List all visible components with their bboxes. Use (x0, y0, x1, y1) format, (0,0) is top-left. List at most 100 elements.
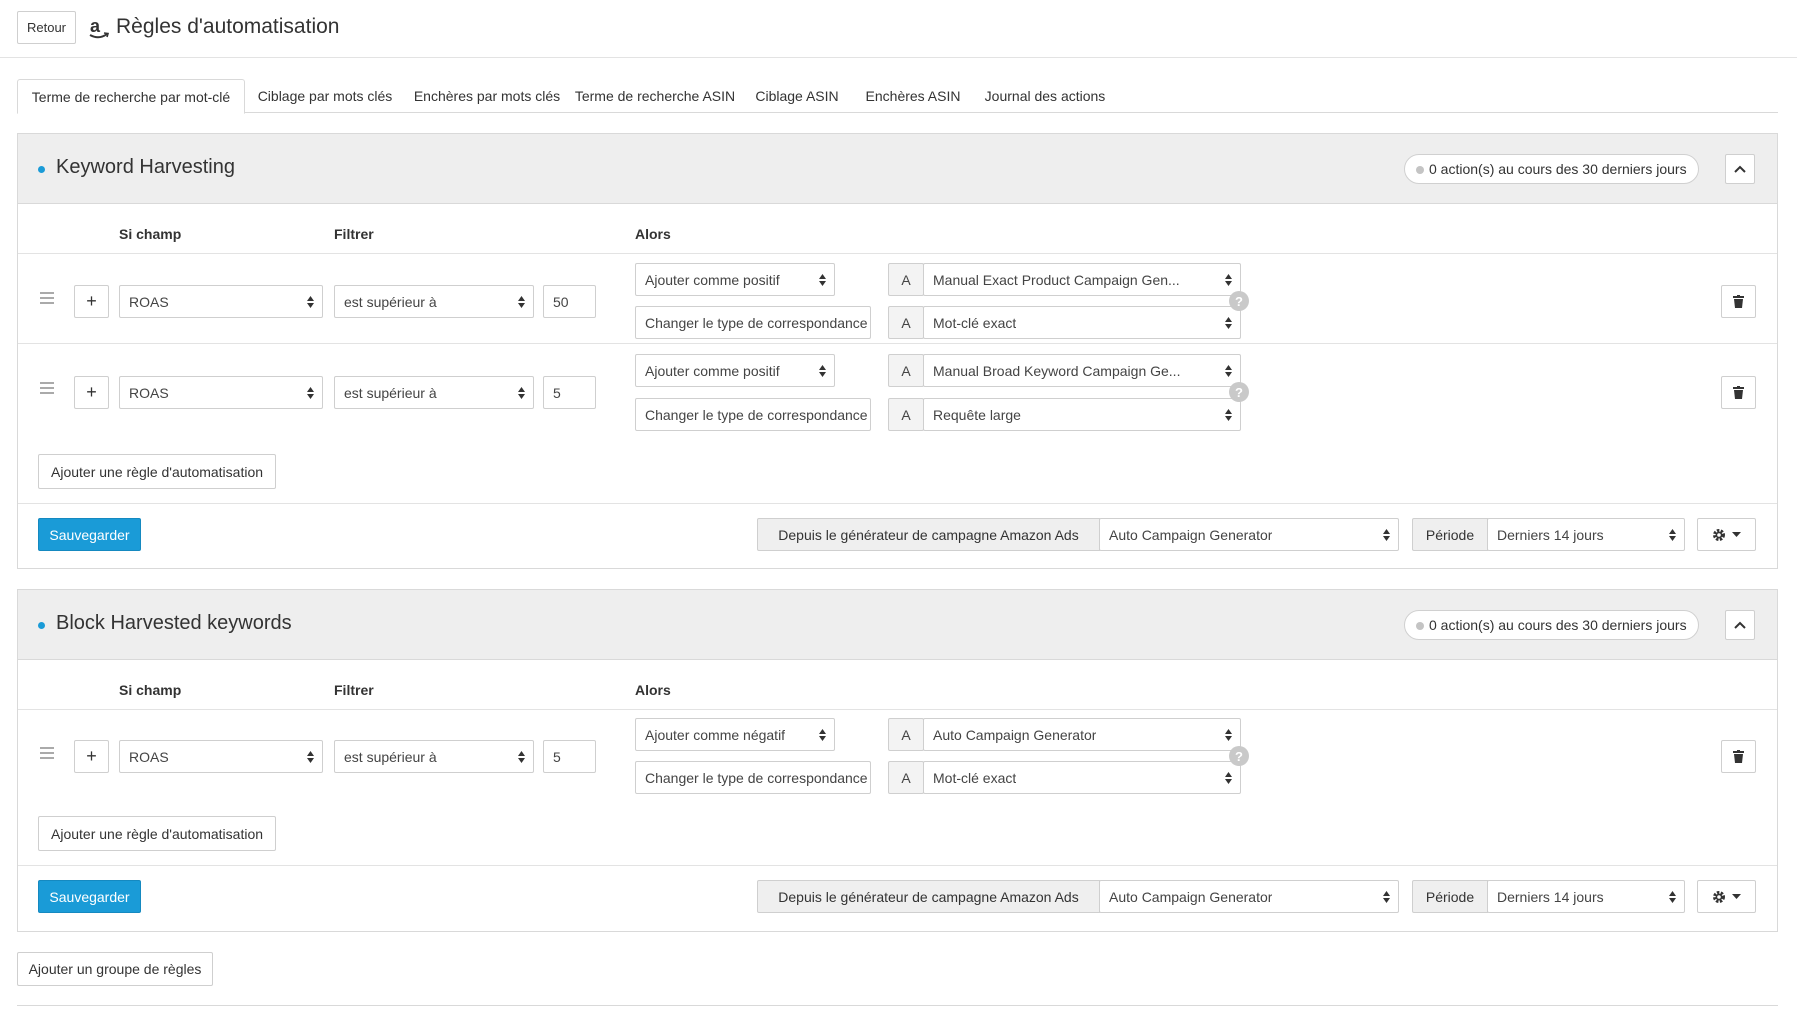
column-header-filter: Filtrer (334, 226, 374, 242)
rule-group: Keyword Harvesting 0 action(s) au cours … (17, 133, 1778, 569)
source-campaign-value: Auto Campaign Generator (1109, 526, 1273, 543)
filter-select[interactable]: est supérieur à (334, 376, 534, 409)
target-campaign-select[interactable]: Manual Exact Product Campaign Gen... (923, 263, 1241, 296)
rule-group-title: Keyword Harvesting (56, 156, 235, 178)
source-campaign-select[interactable]: Auto Campaign Generator (1099, 880, 1399, 913)
field-select[interactable]: ROAS (119, 740, 323, 773)
period-select[interactable]: Derniers 14 jours (1487, 880, 1685, 913)
collapse-button[interactable] (1725, 610, 1755, 640)
match-type-select[interactable]: Mot-clé exact (923, 761, 1241, 794)
source-label: Depuis le générateur de campagne Amazon … (757, 518, 1100, 551)
settings-dropdown-button[interactable] (1697, 880, 1756, 913)
tab-action-log[interactable]: Journal des actions (973, 79, 1117, 113)
target-campaign-select[interactable]: Auto Campaign Generator (923, 718, 1241, 751)
add-rule-button[interactable]: Ajouter une règle d'automatisation (38, 816, 277, 851)
sort-arrows-icon (307, 387, 314, 399)
prefix-addon: A (888, 354, 924, 387)
page-title: Règles d'automatisation (116, 15, 340, 38)
sort-arrows-icon (1669, 891, 1676, 903)
match-type-value: Requête large (933, 406, 1021, 423)
sort-arrows-icon (1669, 529, 1676, 541)
filter-select[interactable]: est supérieur à (334, 285, 534, 318)
match-type-select[interactable]: Requête large (923, 398, 1241, 431)
caret-down-icon (1732, 532, 1741, 537)
add-condition-button[interactable]: + (74, 376, 109, 409)
action-select[interactable]: Ajouter comme positif (635, 263, 835, 296)
period-select[interactable]: Derniers 14 jours (1487, 518, 1685, 551)
drag-handle-icon[interactable] (40, 292, 54, 304)
rule-group: Block Harvested keywords 0 action(s) au … (17, 589, 1778, 932)
field-select-value: ROAS (129, 293, 169, 310)
field-select[interactable]: ROAS (119, 376, 323, 409)
value-input[interactable]: 5 (543, 740, 596, 773)
divider (18, 865, 1777, 866)
field-select-value: ROAS (129, 384, 169, 401)
sort-arrows-icon (819, 729, 826, 741)
tab-keyword-search-term[interactable]: Terme de recherche par mot-clé (17, 79, 245, 114)
field-select-value: ROAS (129, 748, 169, 765)
tab-keyword-bids[interactable]: Enchères par mots clés (405, 79, 569, 113)
save-button[interactable]: Sauvegarder (38, 518, 141, 551)
status-dot-icon (38, 166, 45, 173)
sort-arrows-icon (1225, 772, 1232, 784)
save-button[interactable]: Sauvegarder (38, 880, 141, 913)
rule-group-title: Block Harvested keywords (56, 612, 292, 634)
sort-arrows-icon (1383, 891, 1390, 903)
status-dot-icon (38, 622, 45, 629)
divider (17, 1005, 1778, 1006)
tab-keyword-targeting[interactable]: Ciblage par mots clés (245, 79, 405, 113)
target-campaign-select[interactable]: Manual Broad Keyword Campaign Ge... (923, 354, 1241, 387)
dot-icon (1416, 622, 1424, 630)
target-campaign-value: Auto Campaign Generator (933, 726, 1097, 743)
add-rule-group-button[interactable]: Ajouter un groupe de règles (17, 952, 213, 986)
prefix-addon: A (888, 306, 924, 339)
value-input[interactable]: 50 (543, 285, 596, 318)
add-condition-button[interactable]: + (74, 740, 109, 773)
delete-rule-button[interactable] (1721, 376, 1756, 409)
source-label: Depuis le générateur de campagne Amazon … (757, 880, 1100, 913)
add-condition-button[interactable]: + (74, 285, 109, 318)
help-icon[interactable]: ? (1229, 746, 1249, 766)
source-campaign-select[interactable]: Auto Campaign Generator (1099, 518, 1399, 551)
sort-arrows-icon (518, 387, 525, 399)
collapse-button[interactable] (1725, 154, 1755, 184)
prefix-addon: A (888, 718, 924, 751)
action-select-value: Ajouter comme positif (645, 271, 780, 288)
period-value: Derniers 14 jours (1497, 888, 1604, 905)
value-input[interactable]: 5 (543, 376, 596, 409)
column-header-field: Si champ (119, 682, 182, 698)
match-type-label: Changer le type de correspondance (635, 761, 871, 794)
match-type-value: Mot-clé exact (933, 314, 1017, 331)
rule-group-header: Keyword Harvesting 0 action(s) au cours … (18, 134, 1777, 204)
settings-dropdown-button[interactable] (1697, 518, 1756, 551)
add-rule-button[interactable]: Ajouter une règle d'automatisation (38, 454, 277, 489)
prefix-addon: A (888, 761, 924, 794)
action-select[interactable]: Ajouter comme positif (635, 354, 835, 387)
help-icon[interactable]: ? (1229, 382, 1249, 402)
match-type-select[interactable]: Mot-clé exact (923, 306, 1241, 339)
trash-icon (1733, 386, 1744, 399)
back-button[interactable]: Retour (17, 11, 76, 44)
tab-asin-search-term[interactable]: Terme de recherche ASIN (569, 79, 741, 113)
drag-handle-icon[interactable] (40, 382, 54, 394)
divider (18, 343, 1777, 344)
actions-count-badge: 0 action(s) au cours des 30 derniers jou… (1404, 154, 1699, 184)
svg-text:a: a (90, 16, 101, 36)
drag-handle-icon[interactable] (40, 747, 54, 759)
action-select[interactable]: Ajouter comme négatif (635, 718, 835, 751)
tab-asin-targeting[interactable]: Ciblage ASIN (741, 79, 853, 113)
sort-arrows-icon (518, 751, 525, 763)
actions-count-text: 0 action(s) au cours des 30 derniers jou… (1429, 617, 1687, 633)
delete-rule-button[interactable] (1721, 740, 1756, 773)
filter-select-value: est supérieur à (344, 384, 437, 401)
sort-arrows-icon (1225, 317, 1232, 329)
help-icon[interactable]: ? (1229, 291, 1249, 311)
tab-asin-bids[interactable]: Enchères ASIN (853, 79, 973, 113)
gear-icon (1713, 890, 1725, 903)
target-campaign-value: Manual Broad Keyword Campaign Ge... (933, 362, 1181, 379)
chevron-up-icon (1734, 621, 1746, 629)
filter-select[interactable]: est supérieur à (334, 740, 534, 773)
field-select[interactable]: ROAS (119, 285, 323, 318)
delete-rule-button[interactable] (1721, 285, 1756, 318)
column-header-field: Si champ (119, 226, 182, 242)
